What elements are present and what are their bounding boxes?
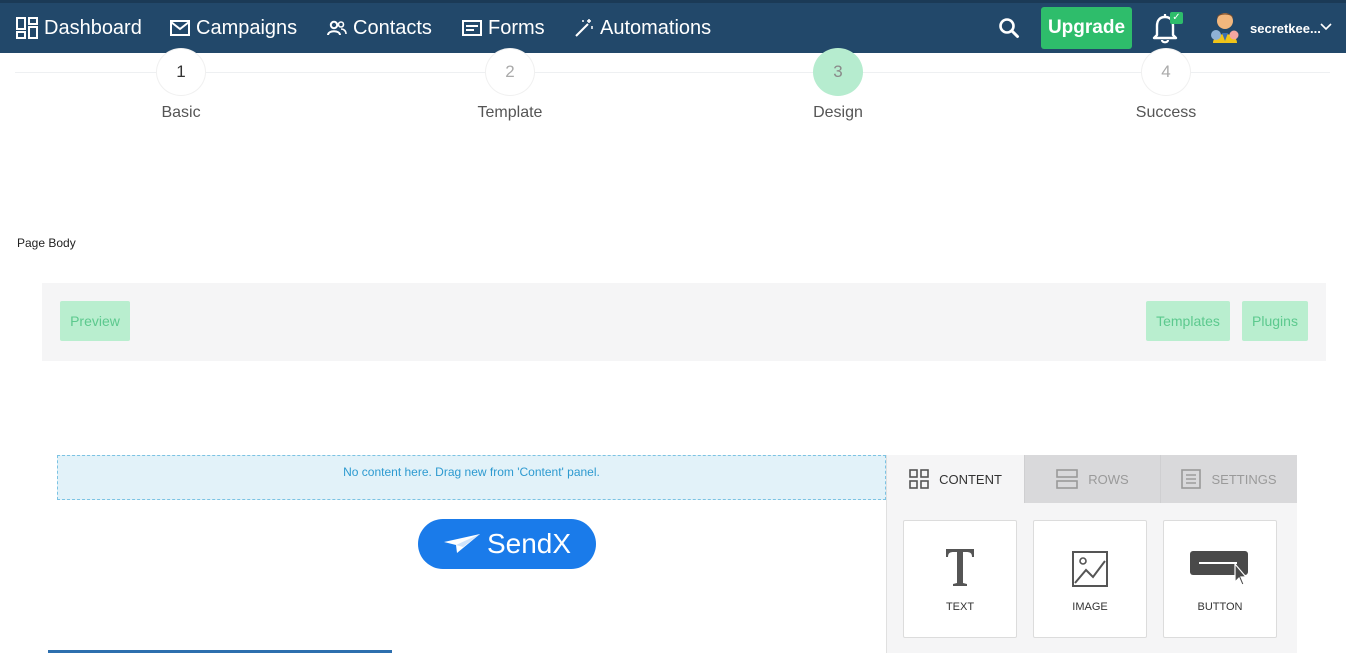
content-dropzone[interactable]: No content here. Drag new from 'Content'…: [57, 455, 886, 500]
nav-contacts-label: Contacts: [353, 16, 432, 39]
steps-progress-line: [15, 72, 1330, 73]
step-4-circle[interactable]: 4: [1141, 48, 1191, 96]
tab-settings[interactable]: SETTINGS: [1160, 455, 1297, 503]
content-panel: CONTENT ROWS SETTINGS TEXT IMAGE BUTTON: [886, 455, 1297, 653]
mail-icon: [170, 20, 190, 36]
chevron-down-icon[interactable]: [1320, 23, 1332, 31]
step-3-circle[interactable]: 3: [813, 48, 863, 96]
check-badge-icon: ✓: [1170, 12, 1183, 24]
image-block[interactable]: IMAGE: [1033, 520, 1147, 638]
sendx-logo[interactable]: SendX: [418, 519, 596, 569]
step-1-circle[interactable]: 1: [156, 48, 206, 96]
button-block-label: BUTTON: [1197, 601, 1243, 613]
upgrade-button[interactable]: Upgrade: [1041, 7, 1132, 49]
tab-settings-label: SETTINGS: [1211, 471, 1277, 487]
magic-wand-icon: [575, 19, 593, 37]
plugins-button[interactable]: Plugins: [1242, 301, 1308, 341]
editor-toolbar: Preview Templates Plugins: [42, 283, 1326, 361]
tab-content[interactable]: CONTENT: [887, 455, 1024, 503]
username-label[interactable]: secretkee...: [1250, 3, 1321, 53]
page-body-label: Page Body: [17, 236, 76, 250]
image-icon: [1034, 551, 1146, 587]
top-navbar: Dashboard Campaigns Contacts Forms Autom…: [0, 0, 1346, 53]
avatar[interactable]: [1210, 11, 1240, 43]
nav-forms[interactable]: Forms: [462, 3, 545, 53]
preview-button[interactable]: Preview: [60, 301, 130, 341]
form-icon: [462, 20, 482, 36]
grid-icon: [909, 469, 929, 489]
users-icon: [327, 20, 347, 36]
nav-automations-label: Automations: [600, 16, 712, 39]
step-4-label: Success: [1135, 104, 1197, 121]
nav-campaigns-label: Campaigns: [196, 16, 298, 39]
step-2-label: Template: [477, 104, 543, 121]
tab-content-label: CONTENT: [939, 471, 1002, 487]
paper-plane-icon: [443, 534, 480, 553]
search-icon[interactable]: [998, 17, 1020, 39]
tab-rows-label: ROWS: [1088, 471, 1129, 487]
button-block[interactable]: BUTTON: [1163, 520, 1277, 638]
rows-icon: [1056, 469, 1079, 489]
image-block-label: IMAGE: [1072, 601, 1108, 613]
button-icon: [1164, 549, 1276, 587]
dashboard-icon: [16, 17, 38, 39]
step-2-circle[interactable]: 2: [485, 48, 535, 96]
nav-dashboard-label: Dashboard: [44, 16, 142, 39]
text-icon: [904, 547, 1016, 587]
text-block-label: TEXT: [945, 601, 975, 613]
nav-contacts[interactable]: Contacts: [327, 3, 432, 53]
templates-button[interactable]: Templates: [1146, 301, 1230, 341]
step-1-label: Basic: [161, 104, 201, 121]
nav-dashboard[interactable]: Dashboard: [16, 3, 142, 53]
step-3-label: Design: [813, 104, 863, 121]
settings-list-icon: [1181, 469, 1202, 489]
nav-forms-label: Forms: [488, 16, 545, 39]
nav-campaigns[interactable]: Campaigns: [170, 3, 297, 53]
tab-rows[interactable]: ROWS: [1024, 455, 1160, 503]
dropzone-message: No content here. Drag new from 'Content'…: [343, 465, 600, 479]
sendx-logo-text: SendX: [486, 528, 572, 559]
nav-automations[interactable]: Automations: [574, 3, 711, 53]
text-block[interactable]: TEXT: [903, 520, 1017, 638]
